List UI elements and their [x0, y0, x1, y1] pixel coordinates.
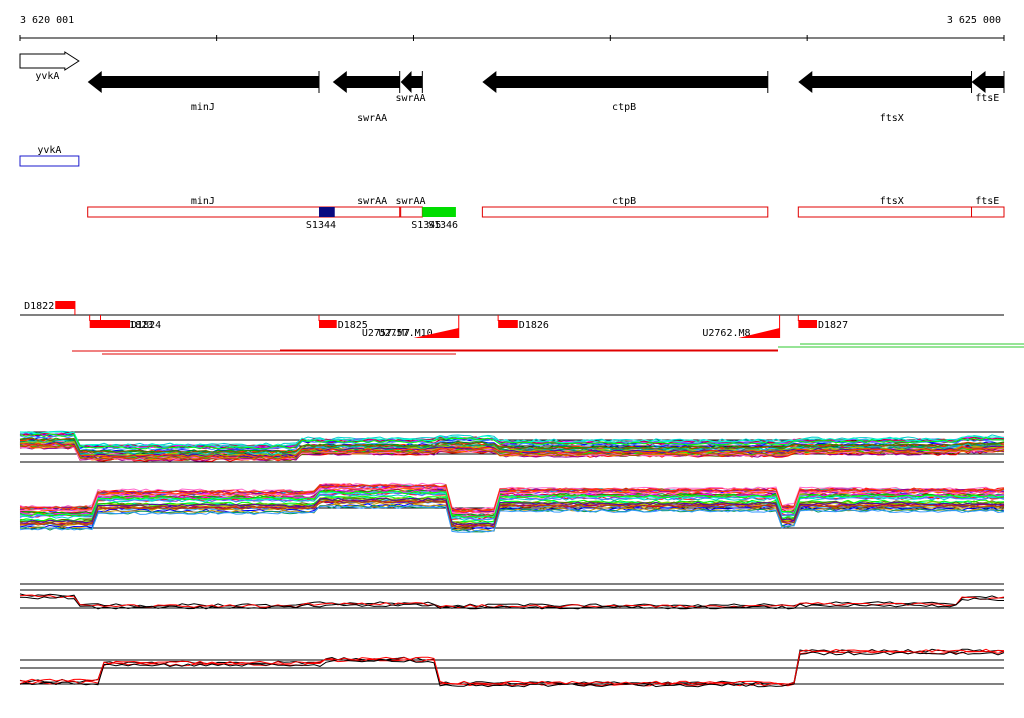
- feature-box-red[interactable]: [797, 206, 973, 218]
- segment-box[interactable]: [498, 320, 518, 328]
- segments-top: D1822: [24, 301, 76, 315]
- feature-box-blue[interactable]: [19, 155, 80, 167]
- gene-arrow-reverse[interactable]: [798, 71, 972, 93]
- gene-label: ftsE: [975, 93, 999, 104]
- profile-panel-1: [19, 430, 1005, 463]
- gene-arrow-forward[interactable]: [19, 51, 80, 71]
- profile-panel-4: [19, 648, 1005, 688]
- expression-profiles: [19, 430, 1005, 688]
- profile-panel-3: [19, 583, 1005, 610]
- site-label: S1346: [428, 220, 458, 231]
- feature-box-red[interactable]: [971, 206, 1005, 218]
- segment-box[interactable]: [55, 301, 75, 309]
- feature-label: yvkA: [37, 145, 61, 156]
- gene-label: yvkA: [35, 71, 59, 82]
- upstream-markers: U2757.M7U2757.M10 U2762.M8: [362, 315, 781, 339]
- segment-box[interactable]: [798, 320, 818, 328]
- feature-track-blue: yvkA: [19, 145, 80, 167]
- gene-label: swrAA: [395, 93, 425, 104]
- gene-arrow-reverse[interactable]: [332, 71, 400, 93]
- gene-arrow-reverse[interactable]: [87, 71, 319, 93]
- feature-label: swrAA: [357, 196, 387, 207]
- feature-label: swrAA: [395, 196, 425, 207]
- ruler-start-label: 3 620 001: [20, 15, 74, 26]
- gene-arrow-reverse[interactable]: [971, 71, 1004, 93]
- gene-arrow-reverse[interactable]: [482, 71, 768, 93]
- feature-label: ftsX: [880, 196, 904, 207]
- segment-box[interactable]: [100, 320, 131, 328]
- site-box[interactable]: [318, 207, 335, 217]
- feature-box-red[interactable]: [400, 206, 423, 218]
- feature-label: ctpB: [612, 196, 636, 207]
- site-box[interactable]: [422, 207, 456, 217]
- segment-track: D1822 D1823D1824 D1825 D1826 D1827 U2757.M7…: [20, 301, 1024, 355]
- gene-label: minJ: [191, 102, 215, 113]
- gene-label: ctpB: [612, 102, 636, 113]
- site-label: S1344: [306, 220, 336, 231]
- segment-label: D1822: [24, 301, 54, 312]
- ruler-end-label: 3 625 000: [947, 15, 1001, 26]
- feature-box-red[interactable]: [481, 206, 769, 218]
- gene-label: swrAA: [357, 113, 387, 124]
- segment-box[interactable]: [318, 320, 337, 328]
- segment-label: D1826: [519, 320, 549, 331]
- segment-label: D1827: [818, 320, 848, 331]
- gene-label: ftsX: [880, 113, 904, 124]
- gene-arrow-reverse[interactable]: [400, 71, 423, 93]
- feature-box-red[interactable]: [332, 206, 401, 218]
- gene-track: yvkA minJ swrAA swrAA ctpB ftsX ftsE: [19, 51, 1005, 124]
- feature-label: minJ: [191, 196, 215, 207]
- feature-track-red: minJ swrAA swrAA ctpB ftsX ftsE: [87, 196, 1005, 218]
- coordinate-ruler: 3 620 001 3 625 000: [19, 15, 1005, 41]
- span-lines: [72, 343, 1024, 355]
- genome-browser-view: 3 620 001 3 625 000 yvkA minJ swrAA swrAA ct…: [0, 0, 1024, 714]
- segment-label: D1824: [131, 320, 161, 331]
- browser-canvas: 3 620 001 3 625 000 yvkA minJ swrAA swrAA ct…: [19, 15, 1024, 688]
- feature-label: ftsE: [975, 196, 999, 207]
- profile-panel-2: [19, 482, 1005, 533]
- expression-trace: [19, 595, 1004, 610]
